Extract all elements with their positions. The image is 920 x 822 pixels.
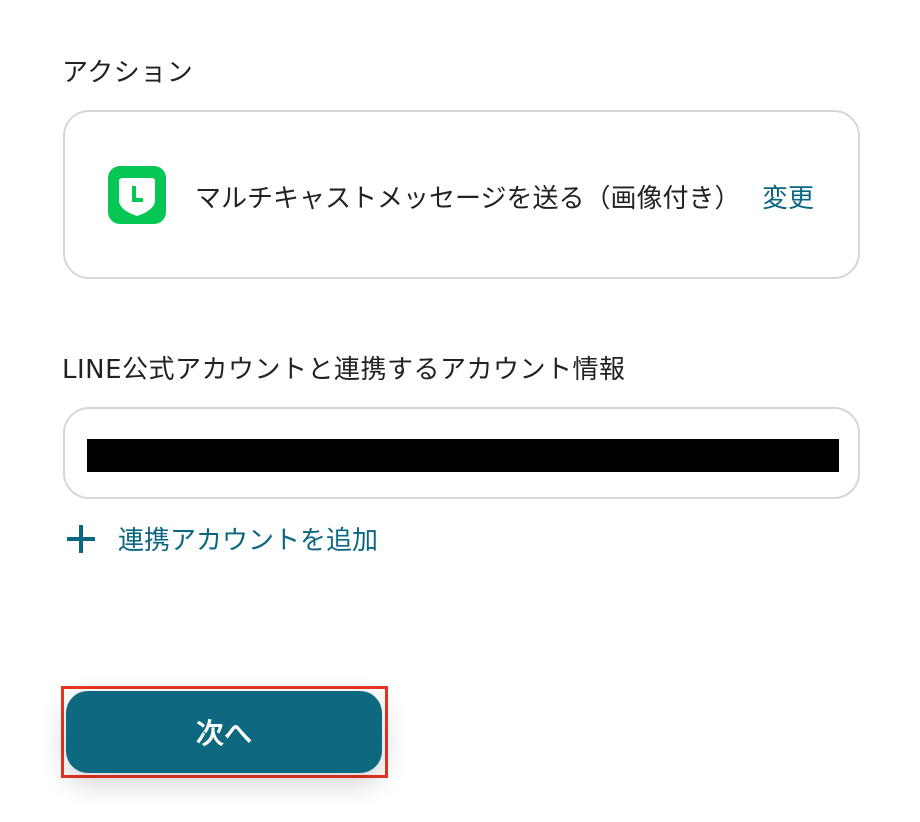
next-button[interactable]: 次へ bbox=[66, 691, 382, 773]
plus-icon bbox=[66, 524, 96, 554]
change-action-link[interactable]: 変更 bbox=[762, 178, 814, 215]
account-info-label: LINE公式アカウントと連携するアカウント情報 bbox=[62, 355, 626, 385]
account-select-field[interactable] bbox=[63, 407, 860, 499]
add-linked-account-button[interactable]: 連携アカウントを追加 bbox=[66, 520, 378, 557]
action-name: マルチキャストメッセージを送る（画像付き） bbox=[195, 184, 741, 214]
action-card: マルチキャストメッセージを送る（画像付き） 変更 bbox=[63, 110, 860, 279]
line-app-icon bbox=[108, 166, 166, 224]
redacted-account-value bbox=[87, 439, 839, 472]
add-linked-account-label: 連携アカウントを追加 bbox=[118, 526, 379, 556]
action-section-label: アクション bbox=[62, 58, 194, 88]
